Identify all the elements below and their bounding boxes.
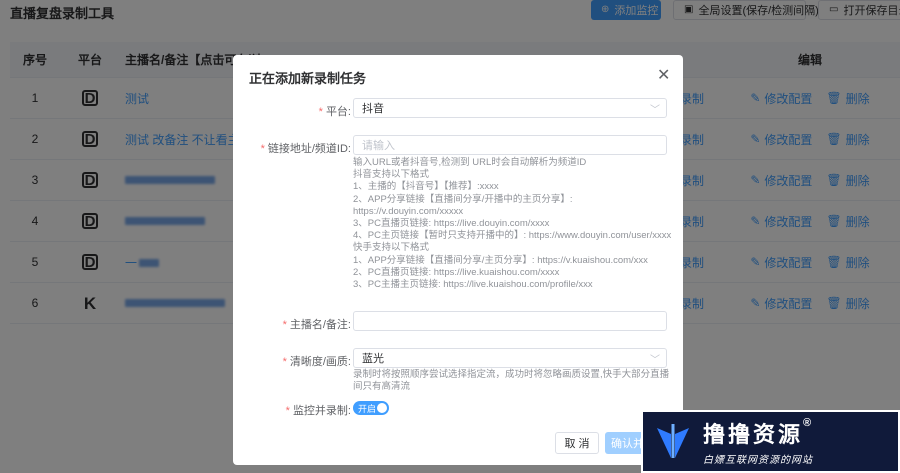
chevron-down-icon: ﹀	[650, 354, 660, 366]
add-task-dialog: 正在添加新录制任务 ✕ * 平台: 抖音 ﹀ * 链接地址/频道ID: 请输入 输入…	[233, 55, 683, 465]
quality-help-text: 录制时将按照顺序尝试选择指定流，成功时将忽略画质设置,快手大部分直播 间只有高清…	[353, 369, 670, 393]
close-icon[interactable]: ✕	[657, 65, 670, 85]
url-help-text: 输入URL或者抖音号,检测到 URL时会自动解析为频道ID 抖音支持以下格式 1…	[353, 157, 672, 291]
platform-select[interactable]: 抖音 ﹀	[353, 98, 667, 118]
chevron-down-icon: ﹀	[650, 104, 660, 116]
url-label: * 链接地址/频道ID:	[260, 143, 351, 155]
dialog-title: 正在添加新录制任务	[249, 71, 367, 86]
platform-label: * 平台:	[318, 106, 351, 118]
watermark-subtitle: 白嫖互联网资源的网站	[703, 455, 813, 466]
anchor-name-input[interactable]	[353, 311, 667, 331]
cancel-button[interactable]: 取 消	[555, 432, 599, 454]
monitor-label: * 监控并录制:	[285, 405, 351, 417]
toggle-knob	[377, 403, 387, 413]
watermark-banner: 撸撸资源® 白嫖互联网资源的网站	[641, 410, 900, 473]
watermark-logo-icon	[643, 412, 703, 471]
monitor-toggle[interactable]: 开启	[353, 401, 389, 415]
watermark-title: 撸撸资源®	[703, 417, 815, 447]
url-input[interactable]: 请输入	[353, 135, 667, 155]
quality-select[interactable]: 蓝光 ﹀	[353, 348, 667, 368]
name-label: * 主播名/备注:	[282, 319, 351, 331]
quality-label: * 清晰度/画质:	[282, 356, 351, 368]
